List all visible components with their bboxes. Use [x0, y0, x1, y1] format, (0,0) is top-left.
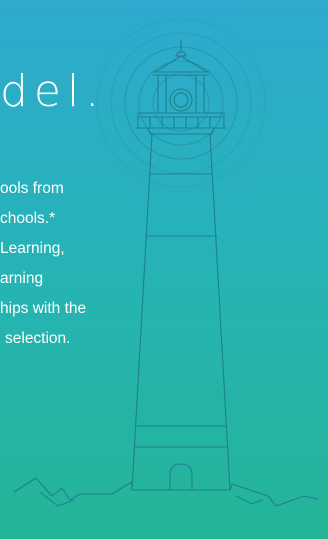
body-text-line: arning: [0, 270, 44, 287]
body-text-line: hips with the: [0, 300, 87, 317]
section-heading: del.: [0, 66, 106, 117]
body-text-line: ools from: [0, 180, 64, 197]
body-text-line: selection.: [5, 330, 71, 347]
body-text-line: chools.*: [0, 210, 56, 227]
hero-section: del. ools from chools.* Learning, arning…: [0, 0, 328, 539]
lantern-roof: [152, 39, 210, 76]
rocky-base: [13, 477, 319, 507]
body-text-line: Learning,: [0, 240, 65, 257]
body-text: ools from chools.* Learning, arning hips…: [0, 174, 86, 354]
